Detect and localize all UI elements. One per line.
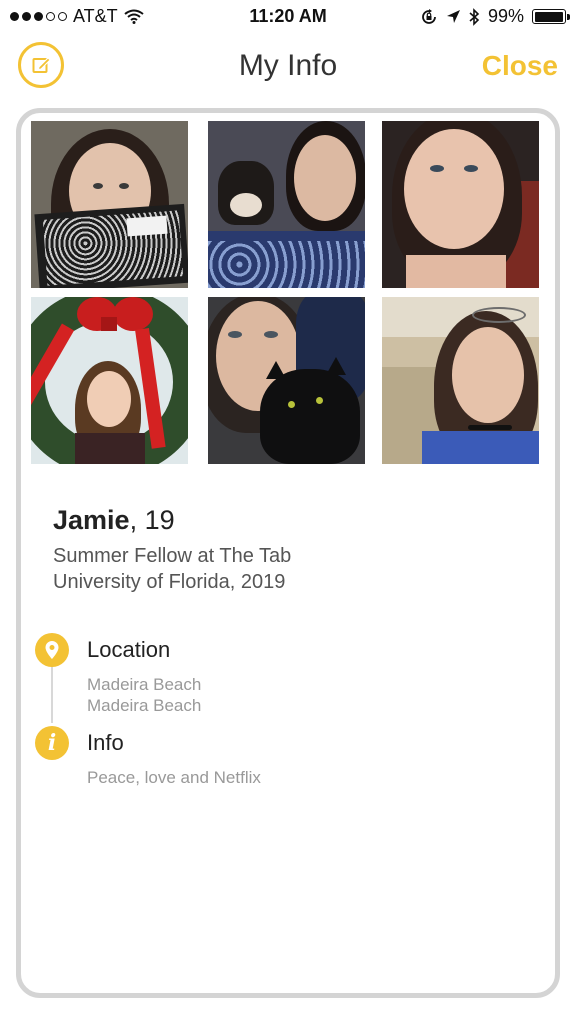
profile-job: Summer Fellow at The Tab (53, 545, 292, 567)
rotation-lock-icon (422, 8, 436, 24)
location-line-2: Madeira Beach (87, 696, 202, 715)
photo-dog[interactable] (208, 121, 365, 288)
profile-age: , 19 (129, 505, 175, 535)
photo-wreath[interactable] (31, 297, 188, 464)
battery-icon (532, 9, 570, 24)
info-icon: i (35, 726, 69, 760)
photo-notebook[interactable] (31, 121, 188, 288)
info-title: Info (87, 730, 124, 755)
nav-bar: My Info Close (0, 34, 576, 100)
profile-school: University of Florida, 2019 (53, 571, 286, 593)
photo-room[interactable] (382, 297, 539, 464)
profile-name-age: Jamie, 19 (53, 505, 175, 536)
location-pin-icon (35, 633, 69, 667)
photo-closeup[interactable] (382, 121, 539, 288)
location-title: Location (87, 637, 171, 662)
battery-fill (534, 11, 564, 22)
battery-percent: 99% (487, 6, 524, 26)
status-right: 99% (420, 6, 570, 27)
photo-cat[interactable] (208, 297, 365, 464)
battery-tip (567, 14, 570, 20)
info-text: Peace, love and Netflix (87, 768, 261, 787)
location-line-1: Madeira Beach (87, 675, 202, 694)
close-button[interactable]: Close (482, 50, 558, 82)
bluetooth-icon (469, 7, 480, 26)
profile-card: Jamie, 19 Summer Fellow at The Tab Unive… (16, 108, 560, 998)
location-arrow-icon (446, 10, 460, 23)
profile-name: Jamie (53, 505, 130, 535)
status-bar: AT&T 11:20 AM 99% (0, 0, 576, 34)
